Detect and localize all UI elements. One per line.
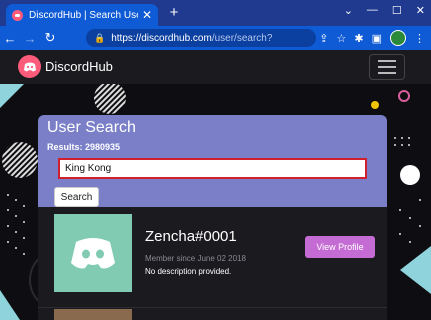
profile-avatar[interactable] (390, 30, 406, 46)
sidebar-icon[interactable]: ▣ (372, 32, 382, 45)
maximize-button[interactable]: ☐ (392, 4, 402, 17)
address-bar[interactable]: 🔒 https://discordhub.com/user/search? (86, 29, 316, 47)
discord-avatar-icon (71, 238, 115, 269)
search-button[interactable]: Search (54, 187, 99, 207)
results-count: Results: 2980935 (47, 142, 121, 152)
new-tab-button[interactable]: + (166, 4, 182, 22)
search-input[interactable] (58, 158, 367, 179)
discord-favicon-icon (12, 9, 23, 21)
result-divider (38, 307, 387, 308)
discord-logo-icon (18, 55, 41, 78)
close-window-button[interactable]: ✕ (416, 4, 425, 17)
reload-icon[interactable]: ↻ (40, 30, 60, 46)
page-title: User Search (47, 119, 136, 136)
minimize-button[interactable]: — (367, 4, 378, 17)
browser-tab[interactable]: DiscordHub | Search Users ✕ (6, 4, 158, 26)
forward-icon[interactable]: → (20, 31, 40, 46)
user-search-card: User Search Results: 2980935 Search (38, 115, 387, 207)
user-description: No description provided. (145, 267, 232, 276)
back-icon[interactable]: ← (0, 31, 20, 46)
view-profile-button[interactable]: View Profile (305, 236, 375, 258)
url-path: /user/search? (211, 32, 273, 44)
site-navbar: DiscordHub (0, 50, 431, 84)
tab-title: DiscordHub | Search Users (29, 9, 138, 21)
tab-close-icon[interactable]: ✕ (142, 9, 152, 21)
star-icon[interactable]: ☆ (337, 32, 347, 45)
hamburger-icon (378, 60, 396, 62)
browser-tab-strip: DiscordHub | Search Users ✕ + ⌄ — ☐ ✕ (0, 0, 431, 26)
brand-name: DiscordHub (45, 59, 113, 74)
share-icon[interactable]: ⇪ (319, 32, 328, 45)
user-avatar[interactable] (54, 214, 132, 292)
lock-icon[interactable]: 🔒 (94, 33, 105, 44)
tab-search-icon[interactable]: ⌄ (344, 4, 353, 17)
search-results-list: Zencha#0001 Member since June 02 2018 No… (38, 207, 387, 320)
toolbar-actions: ⇪ ☆ ✱ ▣ ⋮ (319, 30, 425, 46)
url-host: https://discordhub.com (111, 32, 212, 44)
member-since: Member since June 02 2018 (145, 254, 246, 263)
menu-toggle-button[interactable] (369, 54, 405, 80)
brand-logo-link[interactable]: DiscordHub (18, 55, 113, 78)
extensions-icon[interactable]: ✱ (354, 32, 363, 45)
next-user-avatar[interactable] (54, 309, 132, 320)
web-page: DiscordHub User Search Results: 2980935 … (0, 50, 431, 320)
username[interactable]: Zencha#0001 (145, 228, 237, 245)
browser-toolbar: ← → ↻ 🔒 https://discordhub.com/user/sear… (0, 26, 431, 50)
menu-icon[interactable]: ⋮ (414, 32, 425, 45)
window-controls: ⌄ — ☐ ✕ (344, 4, 425, 17)
